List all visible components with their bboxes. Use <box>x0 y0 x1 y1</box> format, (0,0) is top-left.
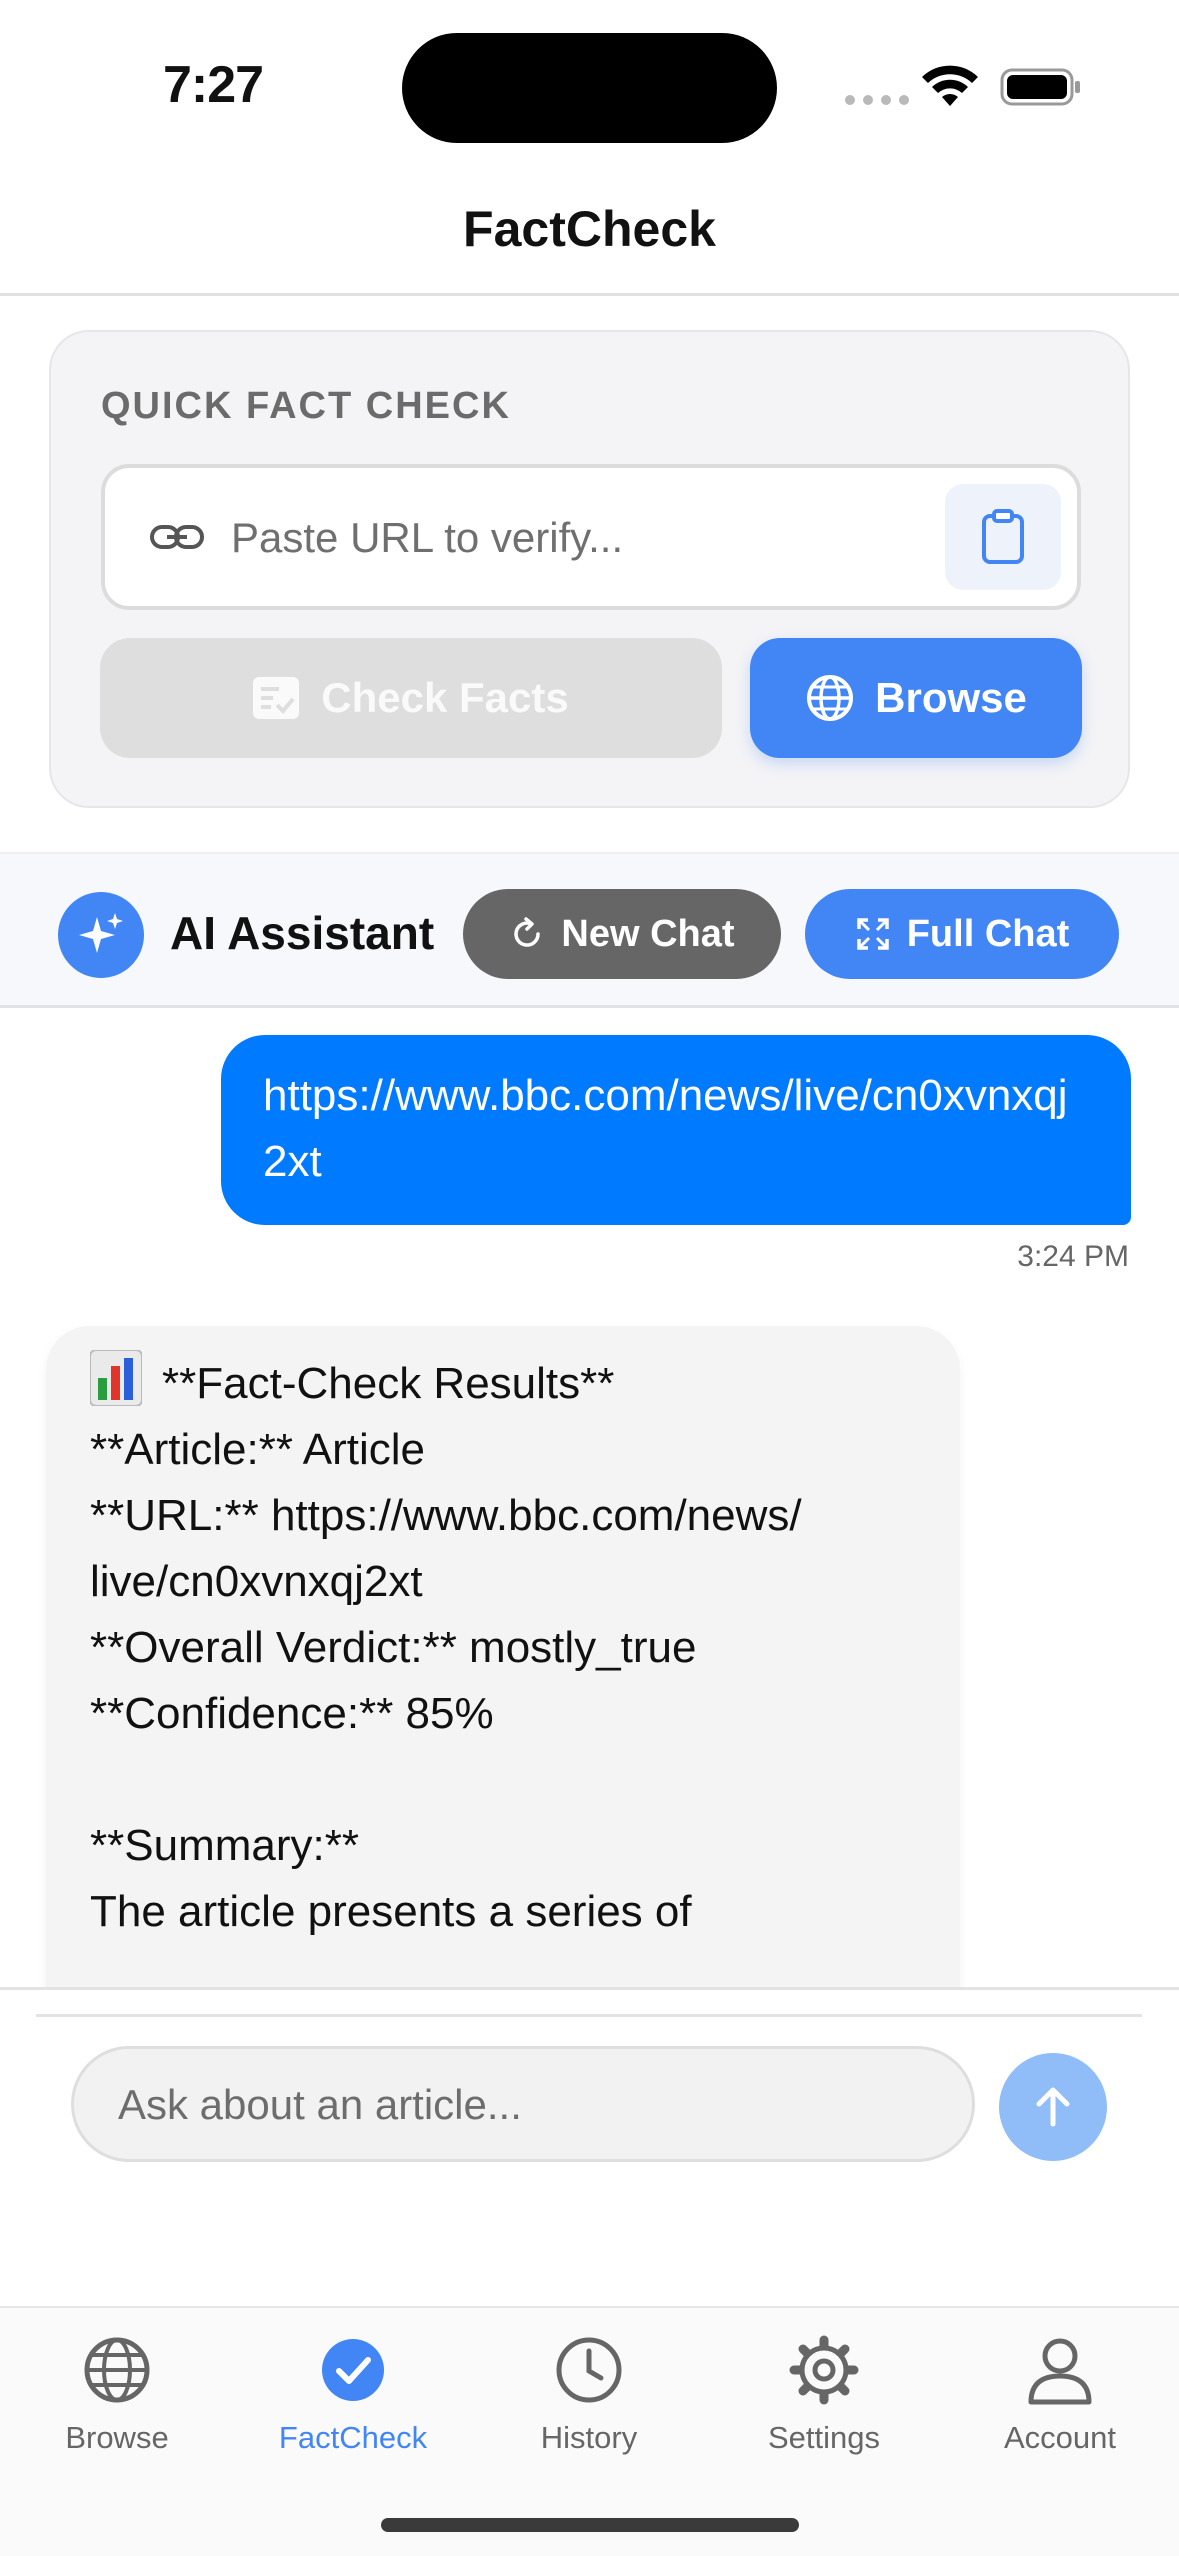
quick-fact-check-card: QUICK FACT CHECK Check Facts <box>49 330 1130 808</box>
quick-fact-check-title: QUICK FACT CHECK <box>101 385 511 427</box>
user-message-bubble: https://www.bbc.com/news/live/cn0xvnxqj2… <box>221 1035 1131 1225</box>
globe-icon <box>84 2337 150 2403</box>
composer-divider <box>0 1987 1179 1990</box>
full-chat-button[interactable]: Full Chat <box>805 889 1119 979</box>
tab-label: Browse <box>65 2420 169 2455</box>
assistant-header: AI Assistant New Chat Full Chat <box>0 852 1179 1008</box>
tab-label: History <box>540 2420 638 2455</box>
page-title: FactCheck <box>463 201 716 257</box>
message-field[interactable] <box>71 2046 975 2162</box>
status-time: 7:27 <box>163 56 264 114</box>
home-indicator <box>381 2518 799 2532</box>
assistant-message-heading: **Fact-Check Results** <box>162 1359 615 1408</box>
new-chat-label: New Chat <box>561 912 735 955</box>
paste-button[interactable] <box>945 484 1061 590</box>
url-input[interactable] <box>231 506 891 570</box>
message-input[interactable] <box>118 2075 918 2135</box>
tab-label: Account <box>1003 2420 1116 2455</box>
message-timestamp: 3:24 PM <box>1017 1240 1129 1273</box>
assistant-message-bubble: **Fact-Check Results** **Article:** Arti… <box>46 1326 960 1988</box>
tab-settings[interactable]: Settings <box>714 2328 934 2478</box>
check-facts-label: Check Facts <box>321 674 569 721</box>
browse-button[interactable]: Browse <box>750 638 1082 758</box>
tab-browse[interactable]: Browse <box>7 2328 227 2478</box>
person-icon <box>1028 2338 1092 2405</box>
bar-chart-icon <box>90 1350 142 1406</box>
battery-icon <box>1000 68 1080 106</box>
url-field[interactable] <box>101 464 1081 610</box>
assistant-message-body: **Article:** Article **URL:** https://ww… <box>90 1425 802 1936</box>
status-bar: 7:27 <box>0 0 1179 170</box>
assistant-title: AI Assistant <box>170 907 435 959</box>
globe-icon <box>807 675 854 721</box>
sparkles-icon <box>58 892 144 978</box>
tab-history[interactable]: History <box>479 2328 699 2478</box>
chat-messages[interactable]: https://www.bbc.com/news/live/cn0xvnxqj2… <box>0 1008 1179 1988</box>
dynamic-island <box>402 33 777 143</box>
expand-icon <box>856 918 889 950</box>
tab-factcheck[interactable]: FactCheck <box>243 2328 463 2478</box>
checklist-icon <box>253 677 300 719</box>
tab-account[interactable]: Account <box>950 2328 1170 2478</box>
checkmark-circle-icon <box>322 2339 384 2401</box>
clock-icon <box>556 2337 622 2403</box>
nav-divider <box>0 293 1179 296</box>
tab-label: Settings <box>767 2420 880 2455</box>
link-icon <box>150 525 204 549</box>
new-chat-button[interactable]: New Chat <box>463 889 781 979</box>
cellular-signal-icon <box>845 95 909 105</box>
tab-label: FactCheck <box>278 2420 428 2455</box>
refresh-icon <box>514 917 541 947</box>
wifi-icon <box>922 65 978 106</box>
browse-label: Browse <box>875 674 1027 721</box>
gear-icon <box>789 2335 859 2405</box>
send-button[interactable] <box>999 2053 1107 2161</box>
composer-divider-inner <box>36 2014 1142 2017</box>
clipboard-icon <box>982 509 1024 564</box>
check-facts-button[interactable]: Check Facts <box>100 638 722 758</box>
full-chat-label: Full Chat <box>906 912 1070 955</box>
arrow-up-icon <box>1036 2087 1070 2127</box>
